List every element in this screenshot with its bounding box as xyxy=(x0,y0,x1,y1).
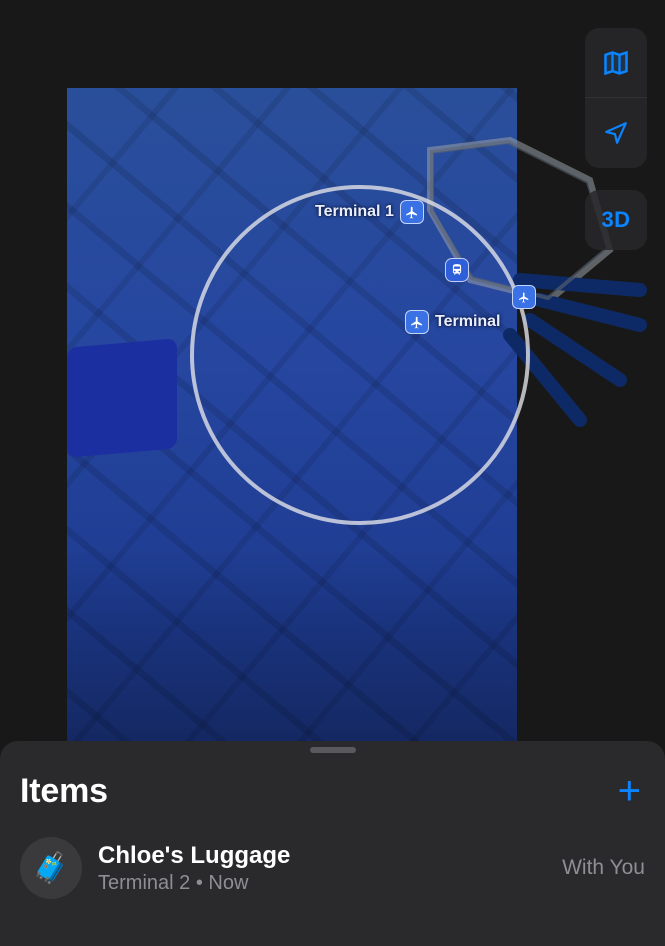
map-view[interactable]: Terminal 1 Terminal xyxy=(0,0,665,760)
train-icon xyxy=(445,258,469,282)
poi-plane-marker[interactable] xyxy=(512,285,536,309)
item-text: Chloe's Luggage Terminal 2 • Now xyxy=(98,842,546,895)
items-bottom-sheet[interactable]: Items + 🧳 Chloe's Luggage Terminal 2 • N… xyxy=(0,741,665,946)
item-subtitle: Terminal 2 • Now xyxy=(98,872,546,895)
3d-label: 3D xyxy=(601,207,630,233)
item-status: With You xyxy=(562,856,645,880)
sheet-title: Items xyxy=(20,772,108,811)
3d-toggle-button[interactable]: 3D xyxy=(585,190,647,250)
airplane-icon xyxy=(512,285,536,309)
sheet-grabber[interactable] xyxy=(310,747,356,753)
location-arrow-icon xyxy=(603,120,629,146)
map-building-block xyxy=(67,338,177,458)
item-location: Terminal 2 xyxy=(98,872,190,894)
map-controls-group xyxy=(585,28,647,168)
location-accuracy-circle xyxy=(190,185,530,525)
map-shade xyxy=(67,548,517,760)
poi-label: Terminal xyxy=(435,313,501,331)
poi-terminal[interactable]: Terminal xyxy=(405,310,501,334)
poi-transit[interactable] xyxy=(445,258,469,282)
sheet-header: Items + xyxy=(20,771,645,811)
separator: • xyxy=(190,872,208,894)
map-icon xyxy=(602,49,630,77)
map-modes-button[interactable] xyxy=(585,28,647,98)
item-avatar: 🧳 xyxy=(20,837,82,899)
airplane-icon xyxy=(400,200,424,224)
airplane-icon xyxy=(405,310,429,334)
add-item-button[interactable]: + xyxy=(614,771,645,811)
poi-terminal-1[interactable]: Terminal 1 xyxy=(315,200,424,224)
current-location-button[interactable] xyxy=(585,98,647,168)
poi-label: Terminal 1 xyxy=(315,203,394,221)
item-time: Now xyxy=(208,872,248,894)
item-name: Chloe's Luggage xyxy=(98,842,546,870)
item-row[interactable]: 🧳 Chloe's Luggage Terminal 2 • Now With … xyxy=(20,825,645,911)
luggage-icon: 🧳 xyxy=(32,851,69,886)
